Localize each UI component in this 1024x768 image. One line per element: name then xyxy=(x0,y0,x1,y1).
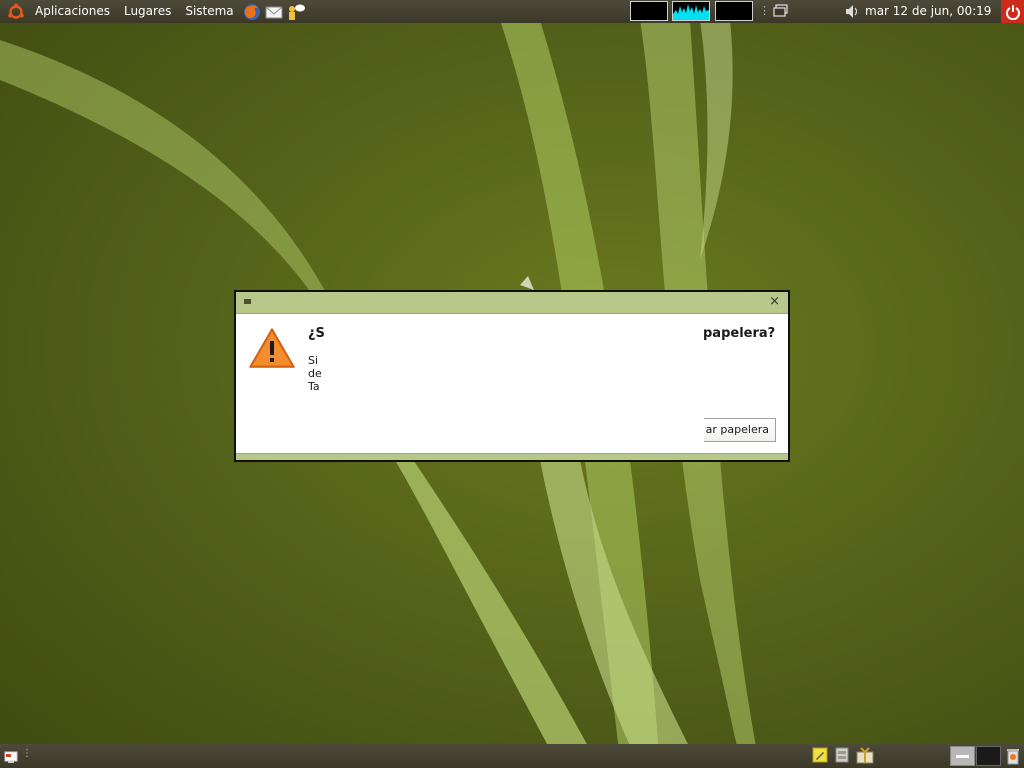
panel-separator-icon: ⋮ xyxy=(22,748,32,759)
trash-icon[interactable] xyxy=(1005,747,1021,768)
dialog-body-line-2: de xyxy=(308,367,322,380)
menu-applications[interactable]: Aplicaciones xyxy=(28,0,117,23)
dialog-bottom-frame xyxy=(236,453,788,460)
clock[interactable]: mar 12 de jun, 00:19 xyxy=(865,0,991,23)
dialog-heading-start: ¿S xyxy=(308,326,325,341)
tomboy-notes-icon[interactable] xyxy=(812,747,828,767)
messenger-icon[interactable] xyxy=(286,2,306,22)
empty-trash-button[interactable]: ar papelera xyxy=(704,418,776,442)
network-monitor-graph[interactable] xyxy=(672,1,710,21)
workspace-2[interactable] xyxy=(976,746,1001,766)
dialog-titlebar[interactable]: × xyxy=(236,292,788,314)
dialog-heading-end: papelera? xyxy=(703,326,776,341)
top-panel: Aplicaciones Lugares Sistema ⋮ mar 12 de… xyxy=(0,0,1024,23)
window-switcher-icon[interactable] xyxy=(773,3,789,22)
panel-separator-icon: ⋮ xyxy=(759,4,770,17)
dialog-body-line-1: Si xyxy=(308,354,319,367)
empty-trash-dialog: × ¿S papelera? Si de Ta ar papelera xyxy=(234,290,790,462)
mail-icon[interactable] xyxy=(264,2,284,22)
firefox-icon[interactable] xyxy=(242,2,262,22)
menu-system[interactable]: Sistema xyxy=(178,0,240,23)
volume-icon[interactable] xyxy=(845,4,861,22)
show-desktop-icon[interactable] xyxy=(4,749,18,768)
menu-places[interactable]: Lugares xyxy=(117,0,178,23)
workspace-1[interactable] xyxy=(950,746,975,766)
memory-monitor-graph[interactable] xyxy=(715,1,753,21)
desktop: Aplicaciones Lugares Sistema ⋮ mar 12 de… xyxy=(0,0,1024,768)
ubuntu-logo-icon[interactable] xyxy=(4,0,28,23)
logout-icon[interactable] xyxy=(1001,0,1024,23)
warning-icon xyxy=(248,327,296,373)
package-icon[interactable] xyxy=(856,747,874,768)
close-icon[interactable]: × xyxy=(769,294,780,309)
cpu-monitor-graph[interactable] xyxy=(630,1,668,21)
file-cabinet-icon[interactable] xyxy=(834,747,850,767)
bottom-panel: ⋮ xyxy=(0,744,1024,768)
window-menu-icon[interactable] xyxy=(244,299,251,304)
dialog-body-line-3: Ta xyxy=(308,380,320,393)
